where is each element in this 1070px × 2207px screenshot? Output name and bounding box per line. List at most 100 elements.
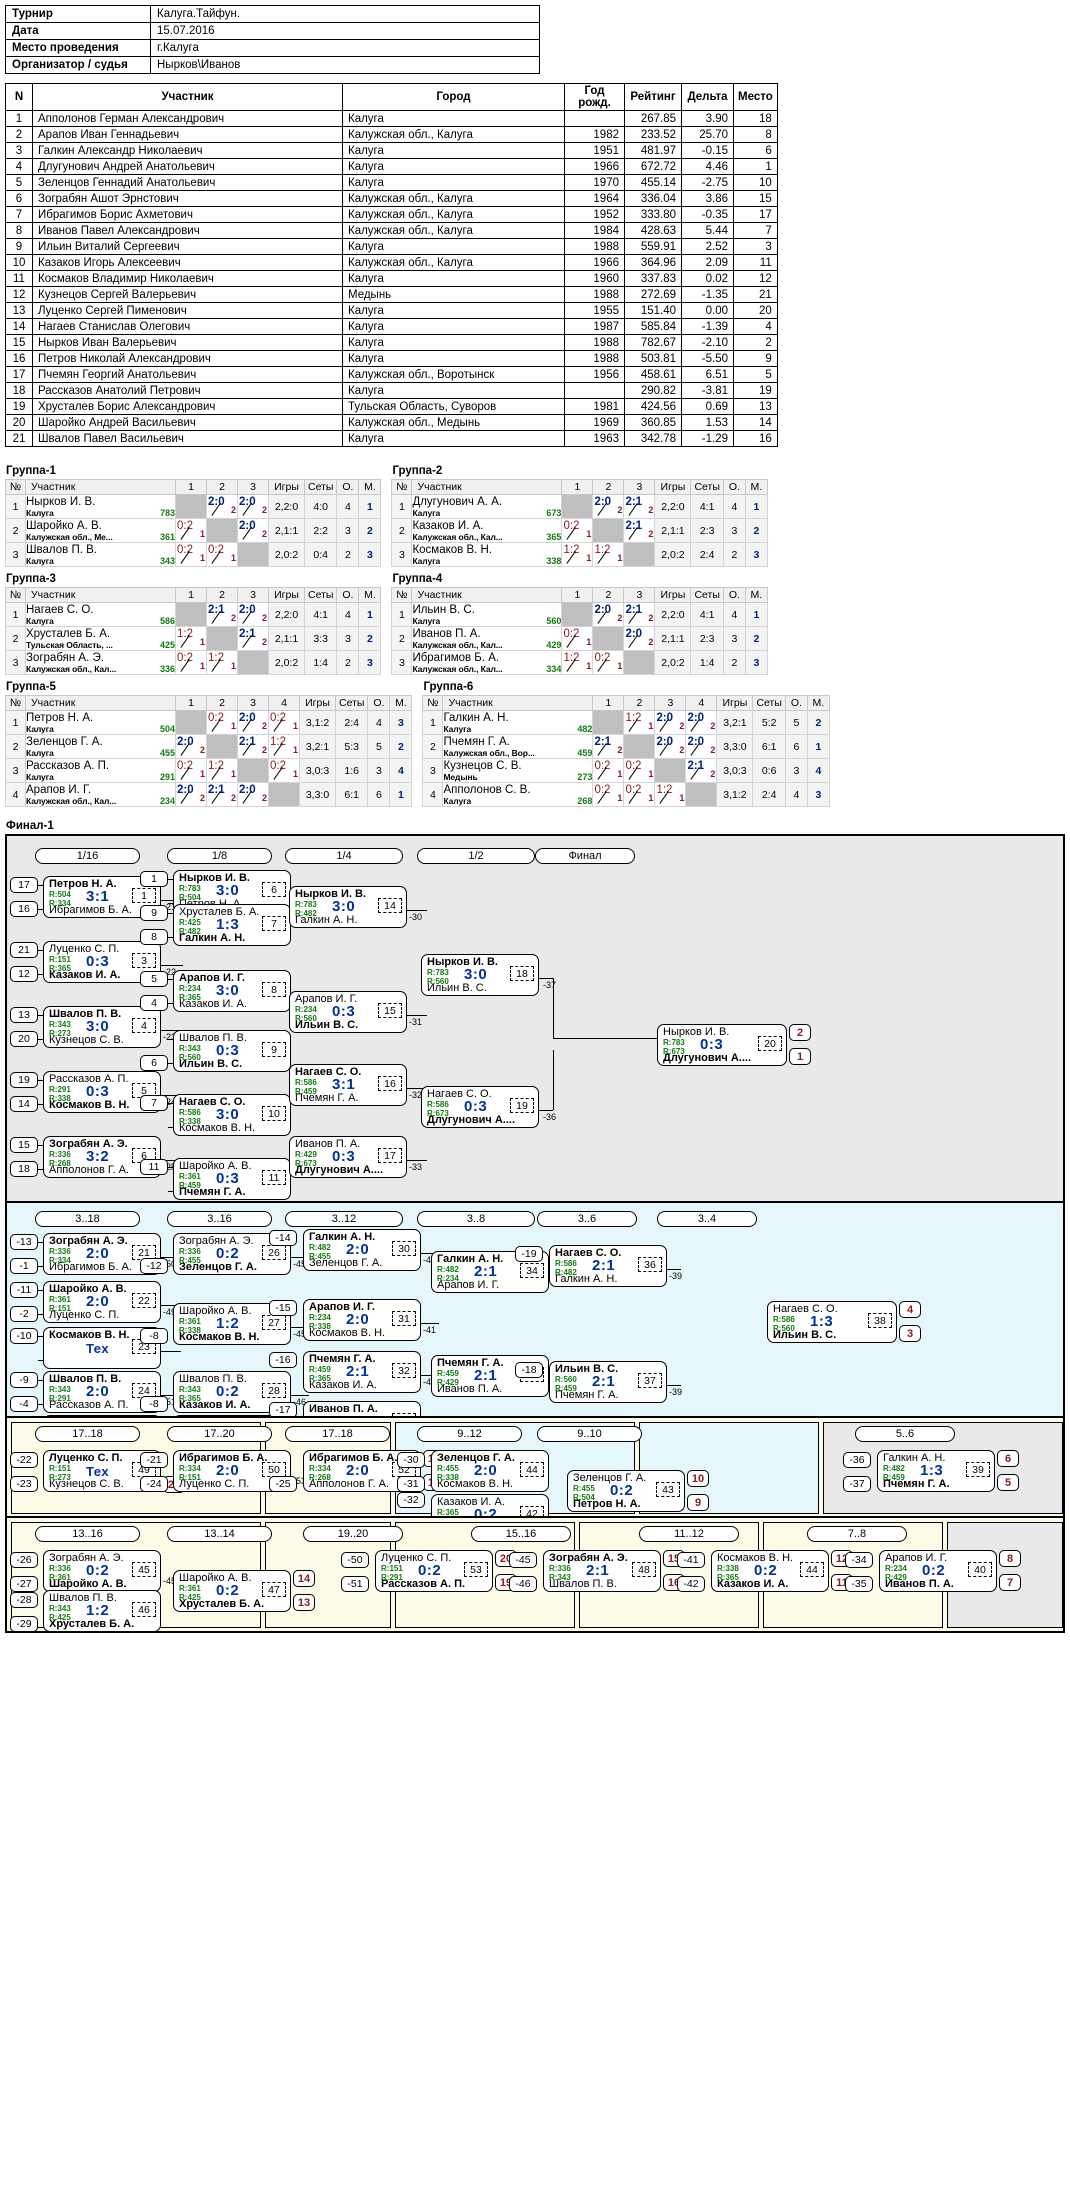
match-player-bottom: Апполонов Г. А. — [309, 1478, 389, 1490]
match-player-bottom: Пчемян Г. А. — [883, 1478, 950, 1490]
round-label-main: 1/16 — [35, 848, 140, 864]
bracket-connector — [667, 1385, 681, 1386]
group-result-cell: 1:2 1 — [561, 542, 594, 567]
match-box[interactable]: Иванов П. А. R:429 R:673 0:3 17 Длугунович А.… — [289, 1136, 407, 1178]
match-score: 2:1 — [586, 1562, 610, 1579]
match-box[interactable]: Галкин А. Н. R:482 R:459 1:3 39 Пчемян Г. А. — [877, 1450, 995, 1492]
group-col-header: 3 — [623, 587, 656, 603]
match-box[interactable]: Нагаев С. О. R:586 R:560 1:3 38 Ильин В. С. — [767, 1301, 897, 1343]
match-box[interactable]: Зеленцов Г. А. R:455 R:504 0:2 43 Петров Н. А… — [567, 1470, 685, 1512]
match-box[interactable]: Нагаев С. О. R:586 R:482 2:1 36 Галкин А. Н. — [549, 1245, 667, 1287]
match-number: 30 — [392, 1241, 416, 1256]
match-box[interactable]: Нагаев С. О. R:586 R:673 0:3 19 Длугунович А.… — [421, 1086, 539, 1128]
participant-city: Калужская обл., Калуга — [342, 190, 565, 207]
match-box[interactable]: Арапов И. Г. R:234 R:365 3:0 8 Казаков И. А. — [173, 970, 291, 1012]
group-result-points: 2 — [679, 745, 685, 755]
match-box[interactable]: Нагаев С. О. R:586 R:459 3:1 16 Пчемян Г. А. — [289, 1064, 407, 1106]
participant-n: 18 — [5, 382, 33, 399]
info-row: Организатор / судья Нырков\Иванов — [5, 56, 540, 74]
group-player-cell: Зограбян А. Э. Калужская обл., Кал... 336 — [25, 650, 176, 675]
match-box[interactable]: Зограбян А. Э. R:336 R:361 0:2 45 Шаройко А. … — [43, 1550, 161, 1592]
seed-badge: 19 — [10, 1072, 38, 1088]
match-score: 0:3 — [216, 1042, 240, 1059]
seed-badge: -22 — [10, 1452, 38, 1468]
group-col-header: М. — [744, 479, 768, 495]
match-box[interactable]: Шаройко А. В. R:361 R:151 2:0 22 Луценко С. П… — [43, 1281, 161, 1323]
group-place: 4 — [806, 758, 830, 783]
group-sets: 0:4 — [303, 542, 338, 567]
match-box[interactable]: Швалов П. В. R:343 R:273 3:0 4 Кузнецов С. В. — [43, 1006, 161, 1048]
group-place: 2 — [744, 626, 768, 651]
group-col-header: 4 — [268, 695, 300, 711]
bracket-connector — [38, 1015, 44, 1016]
table-row: 14 Нагаев Станислав Олегович Калуга 1987 585… — [5, 318, 778, 335]
group-self-cell — [268, 782, 300, 807]
match-number: 26 — [262, 1245, 286, 1260]
group-player-no: 1 — [391, 494, 413, 519]
group-player-name: Галкин А. Н. — [443, 711, 509, 724]
group-games: 3,1:2 — [716, 782, 754, 807]
match-box[interactable]: Шаройко А. В. R:361 R:459 0:3 11 Пчемян Г. А. — [173, 1158, 291, 1200]
match-rating-top: R:783 — [663, 1038, 685, 1047]
group-col-header: О. — [367, 695, 391, 711]
group-player-no: 2 — [5, 734, 26, 759]
match-player-bottom: Галкин А. Н. — [179, 932, 246, 944]
match-box[interactable]: Ильин В. С. R:560 R:459 2:1 37 Пчемян Г. А. — [549, 1361, 667, 1403]
participants-col-header: Рейтинг — [624, 83, 682, 111]
match-box[interactable]: Арапов И. Г. R:234 R:429 0:2 40 Иванов П. А. — [879, 1550, 997, 1592]
match-box[interactable]: Арапов И. Г. R:234 R:338 2:0 31 Космаков В. Н… — [303, 1299, 421, 1341]
match-box[interactable]: Нырков И. В. R:783 R:560 3:0 18 Ильин В. С. — [421, 954, 539, 996]
match-box[interactable]: Нырков И. В. R:783 R:673 0:3 20 Длугунович А.… — [657, 1024, 787, 1066]
group-result-points: 2 — [230, 793, 236, 803]
match-box[interactable]: Зограбян А. Э. R:336 R:343 2:1 48 Швалов П. В… — [543, 1550, 661, 1592]
group-self-cell — [685, 782, 718, 807]
group-col-header: 2 — [206, 587, 238, 603]
group-games: 2,2:0 — [654, 602, 692, 627]
participant-n: 6 — [5, 190, 33, 207]
match-box[interactable]: Космаков В. Н. R:338 R:365 0:2 44 Казаков И. … — [711, 1550, 829, 1592]
match-box[interactable]: Шаройко А. В. R:361 R:425 0:2 47 Хрусталев Б.… — [173, 1570, 291, 1612]
bracket-connector — [38, 1266, 44, 1267]
match-box[interactable]: Хрусталев Б. А. R:425 R:482 1:3 7 Галкин А. Н… — [173, 904, 291, 946]
match-score: 0:3 — [86, 1083, 110, 1100]
group-col-header: 1 — [561, 479, 594, 495]
group-col-header: № — [391, 479, 413, 495]
bracket-connector — [553, 1038, 657, 1039]
match-number: 50 — [262, 1462, 286, 1477]
match-number: 28 — [262, 1383, 286, 1398]
seed-badge: 18 — [10, 1161, 38, 1177]
participant-city: Калужская обл., Воротынск — [342, 366, 565, 383]
group-result-cell: 2:0 2 — [237, 710, 269, 735]
match-player-top: Космаков В. Н. — [49, 1329, 130, 1341]
group-col-header: 4 — [685, 695, 718, 711]
match-box[interactable]: Нагаев С. О. R:586 R:338 3:0 10 Космаков В. Н… — [173, 1094, 291, 1136]
match-number: 38 — [868, 1313, 892, 1328]
match-player-bottom: Рассказов А. П. — [381, 1578, 466, 1590]
match-box[interactable]: Арапов И. Г. R:234 R:560 0:3 15 Ильин В. С. — [289, 991, 407, 1033]
group-player-rating: 783 — [159, 507, 175, 518]
participant-n: 8 — [5, 222, 33, 239]
group-player-name: Апполонов С. В. — [443, 783, 531, 796]
group-col-header: Участник — [411, 587, 563, 603]
match-rating-top: R:459 — [437, 1369, 459, 1378]
participant-rating: 481.97 — [624, 142, 682, 159]
seed-badge: -11 — [10, 1282, 38, 1298]
group-col-header: Сеты — [303, 479, 338, 495]
group-player-name: Зеленцов Г. А. — [26, 735, 103, 748]
match-box[interactable]: Луценко С. П. R:151 R:291 0:2 53 Рассказов А.… — [375, 1550, 493, 1592]
match-score: 0:3 — [216, 1170, 240, 1187]
match-box[interactable]: Швалов П. В. R:343 R:425 1:2 46 Хрусталев Б. … — [43, 1590, 161, 1632]
match-box[interactable]: Зеленцов Г. А. R:455 R:338 2:0 44 Космаков В.… — [431, 1450, 549, 1492]
match-box[interactable]: Швалов П. В. R:343 R:560 0:3 9 Ильин В. С. — [173, 1030, 291, 1072]
participant-name: Арапов Иван Геннадьевич — [32, 126, 343, 143]
group-result-cell: 0:2 1 — [623, 758, 656, 783]
seed-badge: -16 — [269, 1352, 297, 1368]
match-box[interactable]: Нырков И. В. R:783 R:482 3:0 14 Галкин А. Н. — [289, 886, 407, 928]
group-col-header: Участник — [442, 695, 594, 711]
group-col-header: 2 — [592, 587, 625, 603]
table-row: 21 Швалов Павел Васильевич Калуга 1963 342.7… — [5, 430, 778, 447]
bracket-link-label: -31 — [409, 1017, 423, 1027]
match-box[interactable]: Пчемян Г. А. R:459 R:365 2:1 32 Казаков И. А. — [303, 1351, 421, 1393]
match-box[interactable]: Галкин А. Н. R:482 R:455 2:0 30 Зеленцов Г. А… — [303, 1229, 421, 1271]
participant-place: 11 — [733, 254, 778, 271]
